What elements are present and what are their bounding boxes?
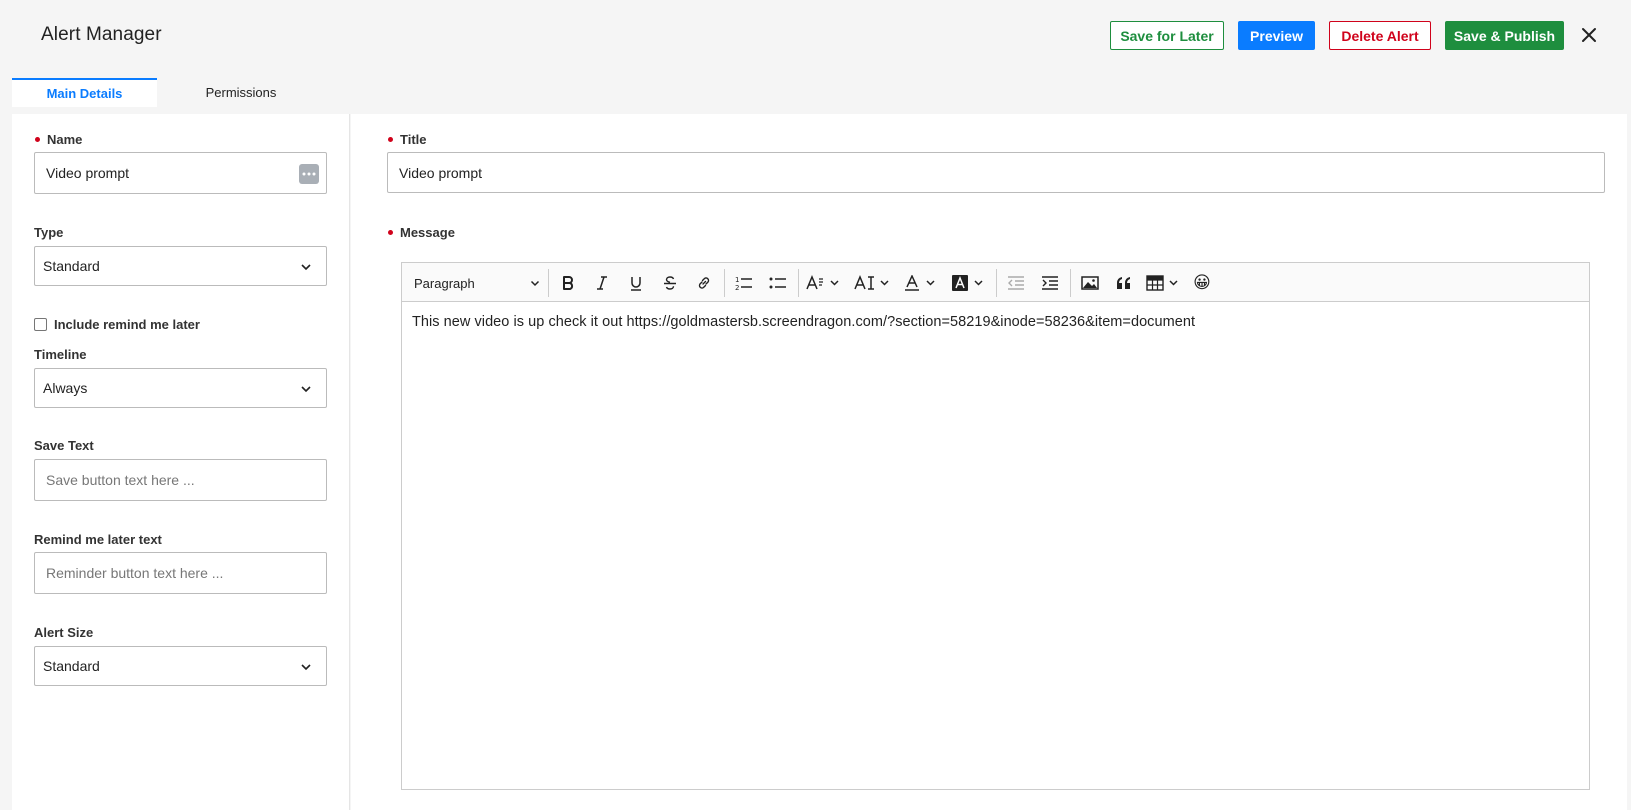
background-color-dropdown-icon[interactable] (950, 271, 990, 295)
toolbar-divider (548, 269, 549, 297)
font-family-dropdown-icon[interactable] (804, 271, 844, 295)
save-text-placeholder: Save button text here ... (46, 472, 195, 488)
include-remind-label: Include remind me later (54, 317, 200, 332)
table-dropdown-icon[interactable] (1144, 271, 1184, 295)
bold-icon[interactable] (554, 271, 582, 295)
timeline-value: Always (43, 380, 88, 396)
save-and-publish-button[interactable]: Save & Publish (1445, 21, 1564, 50)
app-title: Alert Manager (41, 24, 162, 45)
toolbar-divider (724, 269, 725, 297)
remind-text-input[interactable]: Reminder button text here ... (34, 552, 327, 594)
editor-toolbar: Paragraph 12 😀 (402, 263, 1589, 302)
paragraph-style-dropdown[interactable]: Paragraph (414, 271, 542, 295)
blockquote-icon[interactable] (1110, 271, 1138, 295)
more-options-icon[interactable] (299, 164, 319, 184)
timeline-select[interactable]: Always (34, 368, 327, 408)
name-label: Name (47, 132, 83, 147)
required-indicator (35, 137, 40, 142)
toolbar-divider (1070, 269, 1071, 297)
tab-main-details[interactable]: Main Details (12, 78, 157, 107)
alert-size-label: Alert Size (34, 625, 94, 640)
chevron-down-icon (301, 264, 311, 271)
emoji-icon[interactable]: 😀 (1188, 271, 1216, 295)
remind-text-placeholder: Reminder button text here ... (46, 565, 224, 581)
numbered-list-icon[interactable]: 12 (730, 271, 758, 295)
type-value: Standard (43, 258, 100, 274)
tab-permissions[interactable]: Permissions (172, 78, 310, 107)
required-indicator (388, 137, 393, 142)
save-text-input[interactable]: Save button text here ... (34, 459, 327, 501)
image-icon[interactable] (1076, 271, 1104, 295)
type-label: Type (34, 225, 64, 240)
save-text-label: Save Text (34, 438, 94, 453)
type-select[interactable]: Standard (34, 246, 327, 286)
chevron-down-icon (301, 664, 311, 671)
toolbar-divider (996, 269, 997, 297)
title-label: Title (400, 132, 427, 147)
svg-text:2: 2 (735, 284, 739, 291)
bullet-list-icon[interactable] (764, 271, 792, 295)
title-input[interactable]: Video prompt (387, 152, 1605, 193)
link-icon[interactable] (690, 271, 718, 295)
delete-alert-button[interactable]: Delete Alert (1329, 21, 1431, 50)
include-remind-checkbox[interactable] (34, 318, 47, 331)
font-color-dropdown-icon[interactable] (902, 271, 942, 295)
remind-text-label: Remind me later text (34, 532, 162, 547)
alert-size-value: Standard (43, 658, 100, 674)
outdent-icon[interactable] (1002, 271, 1030, 295)
strikethrough-icon[interactable] (656, 271, 684, 295)
timeline-label: Timeline (34, 347, 87, 362)
chevron-down-icon (530, 280, 540, 287)
rich-text-editor: Paragraph 12 😀 This new video is up chec… (401, 262, 1590, 790)
indent-icon[interactable] (1036, 271, 1064, 295)
name-input[interactable]: Video prompt (34, 152, 327, 194)
message-label: Message (400, 225, 455, 240)
editor-content[interactable]: This new video is up check it out https:… (412, 314, 1195, 330)
paragraph-style-value: Paragraph (414, 275, 475, 291)
header: Alert Manager Save for Later Preview Del… (0, 0, 1631, 72)
chevron-down-icon (301, 386, 311, 393)
title-value: Video prompt (399, 164, 483, 181)
alert-size-select[interactable]: Standard (34, 646, 327, 686)
close-icon[interactable] (1578, 24, 1600, 46)
underline-icon[interactable] (622, 271, 650, 295)
preview-button[interactable]: Preview (1238, 21, 1315, 50)
font-size-dropdown-icon[interactable] (852, 271, 894, 295)
save-for-later-button[interactable]: Save for Later (1110, 21, 1224, 50)
svg-text:1: 1 (735, 276, 739, 284)
italic-icon[interactable] (588, 271, 616, 295)
toolbar-divider (798, 269, 799, 297)
name-value: Video prompt (46, 165, 130, 181)
required-indicator (388, 230, 393, 235)
